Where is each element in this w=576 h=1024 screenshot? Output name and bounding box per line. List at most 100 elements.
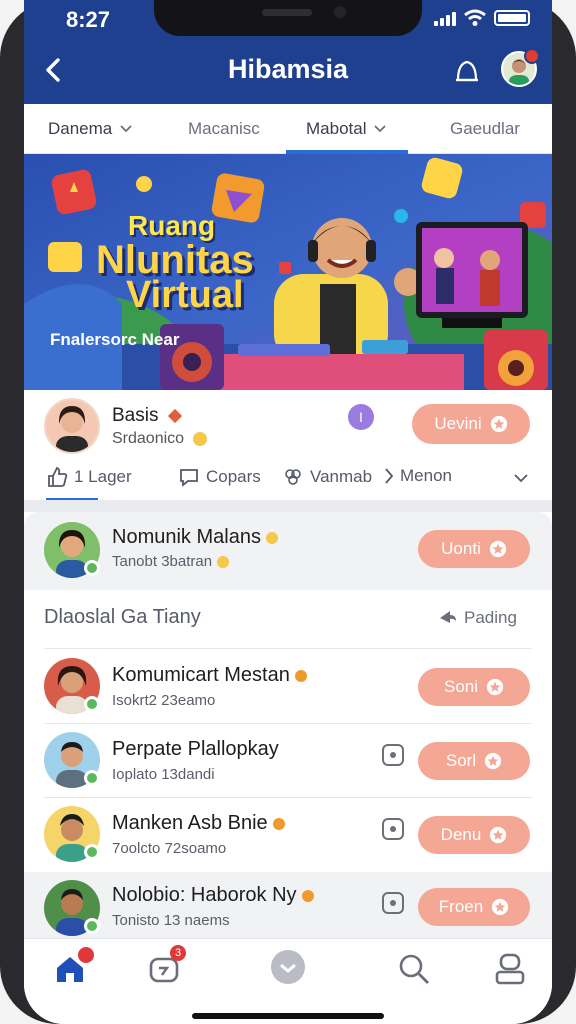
- profile-follow-button[interactable]: Uevini: [412, 404, 530, 444]
- row-subtitle: 7oolcto 72soamo: [112, 840, 227, 857]
- sort-label: Pading: [464, 608, 517, 627]
- button-label: Uonti: [441, 539, 481, 558]
- chevron-right-icon: [385, 468, 394, 484]
- profile-name: Basis: [112, 405, 182, 427]
- profile-icon[interactable]: [492, 951, 528, 987]
- star-icon: [490, 415, 507, 433]
- row-follow-button[interactable]: Sorl: [418, 742, 530, 780]
- list-item[interactable]: Nolobio: Haborok Ny Tonisto 13 naems Fro…: [24, 872, 552, 938]
- like-action[interactable]: 1 Lager: [46, 466, 132, 488]
- online-status-dot: [84, 696, 100, 712]
- phone-frame: 8:27 Hibamsia Danema Macanisc Mabotal Ga…: [0, 0, 576, 1024]
- star-icon: [486, 678, 504, 696]
- tab-gaeudlar[interactable]: Gaeudlar: [450, 119, 520, 139]
- tab-danema[interactable]: Danema: [48, 119, 132, 139]
- like-label: 1 Lager: [74, 467, 132, 486]
- row-name: Komumicart Mestan: [112, 664, 307, 687]
- banner-subtitle: Fnalersorc Near: [50, 330, 180, 349]
- smile-emoji-icon: [192, 431, 207, 446]
- banner-line-3: Virtual: [126, 274, 244, 316]
- profile-subtitle: Srdaonico: [112, 430, 207, 448]
- diamond-icon: [167, 408, 182, 424]
- profile-avatar[interactable]: [44, 398, 100, 454]
- star-icon: [489, 540, 506, 558]
- row-follow-button[interactable]: Soni: [418, 668, 530, 706]
- row-name-text: Manken Asb Bnie: [112, 812, 268, 834]
- row-subtitle: Ioplato 13dandi: [112, 766, 215, 783]
- home-badge: [78, 947, 94, 963]
- wifi-icon: [464, 9, 486, 26]
- button-label: Denu: [440, 825, 482, 844]
- online-status-dot: [84, 770, 100, 786]
- tab-label: Macanisc: [188, 119, 260, 138]
- tab-label: Danema: [48, 119, 113, 138]
- screen: 8:27 Hibamsia Danema Macanisc Mabotal Ga…: [24, 0, 552, 1024]
- profile-name-text: Basis: [112, 405, 159, 426]
- verified-icon: [265, 531, 278, 544]
- chevron-down-icon: [120, 125, 132, 133]
- tab-label: Gaeudlar: [450, 119, 520, 138]
- status-time: 8:27: [66, 7, 111, 32]
- button-label: Froen: [438, 897, 484, 916]
- star-icon: [490, 826, 507, 844]
- app-header: 8:27 Hibamsia: [24, 0, 552, 104]
- tab-mabotal[interactable]: Mabotal: [306, 119, 387, 139]
- bottom-nav: 3: [24, 938, 552, 1024]
- bell-icon[interactable]: [452, 56, 482, 86]
- list-item[interactable]: Manken Asb Bnie 7oolcto 72soamo Denu: [24, 798, 552, 872]
- compose-icon[interactable]: [270, 949, 306, 985]
- online-status-dot: [84, 560, 100, 576]
- sort-control[interactable]: Pading: [438, 608, 517, 628]
- profile-badge: I: [348, 404, 374, 430]
- share-action[interactable]: Menon: [384, 466, 452, 486]
- section-title: Dlaoslal Ga Tiany: [44, 606, 201, 628]
- chevron-down-icon[interactable]: [514, 474, 528, 483]
- react-action[interactable]: Vanmab: [282, 466, 372, 488]
- tab-label: Mabotal: [306, 119, 367, 138]
- tab-macanisc[interactable]: Macanisc: [188, 119, 260, 139]
- comment-action[interactable]: Copars: [178, 466, 261, 488]
- row-subtitle: Isokrt2 23eamo: [112, 692, 216, 709]
- action-bar: 1 Lager Copars Vanmab Menon: [24, 460, 552, 501]
- star-icon: [485, 752, 502, 770]
- options-icon[interactable]: [382, 892, 404, 914]
- tab-bar: Danema Macanisc Mabotal Gaeudlar: [24, 104, 552, 154]
- row-follow-button[interactable]: Denu: [418, 816, 530, 854]
- button-label: Soni: [443, 677, 479, 696]
- row-name-text: Komumicart Mestan: [112, 664, 290, 686]
- verified-icon: [301, 889, 314, 902]
- notification-badge: [524, 48, 540, 64]
- options-icon[interactable]: [382, 818, 404, 840]
- star-icon: [492, 898, 509, 916]
- profile-card: Basis Srdaonico I Uevini 1 Lager Copars …: [24, 390, 552, 501]
- button-label: Uevini: [434, 414, 482, 433]
- status-icons: [434, 9, 530, 27]
- hero-banner[interactable]: Ruang Nlunitas Virtual Fnalersorc Near: [24, 154, 552, 390]
- options-icon[interactable]: [382, 744, 404, 766]
- row-follow-button[interactable]: Froen: [418, 888, 530, 926]
- profile-subtitle-text: Srdaonico: [112, 430, 185, 447]
- smile-emoji-icon: [217, 556, 230, 569]
- sort-icon: [440, 611, 456, 623]
- verified-icon: [272, 817, 285, 830]
- divider: [44, 648, 532, 649]
- thumbs-up-icon: [48, 466, 68, 487]
- row-name: Manken Asb Bnie: [112, 812, 285, 835]
- clover-icon: [285, 469, 301, 485]
- search-icon[interactable]: [396, 951, 432, 987]
- divider: [24, 500, 552, 512]
- list-item[interactable]: Perpate Plallopkay Ioplato 13dandi Sorl: [24, 724, 552, 798]
- row-name: Perpate Plallopkay: [112, 738, 279, 760]
- comment-label: Copars: [206, 467, 261, 486]
- highlight-card[interactable]: Nomunik Malans Tanobt 3batran Uonti: [24, 512, 552, 590]
- battery-icon: [494, 10, 530, 26]
- button-label: Sorl: [445, 751, 477, 770]
- signal-icon: [434, 10, 456, 26]
- share-label: Menon: [400, 466, 452, 485]
- list-item[interactable]: Komumicart Mestan Isokrt2 23eamo Soni: [24, 650, 552, 722]
- home-indicator: [192, 1013, 384, 1019]
- messages-badge: 3: [170, 945, 186, 961]
- highlight-subtitle: Tanobt 3batran: [112, 553, 230, 570]
- device-notch: [154, 0, 422, 36]
- highlight-follow-button[interactable]: Uonti: [418, 530, 530, 568]
